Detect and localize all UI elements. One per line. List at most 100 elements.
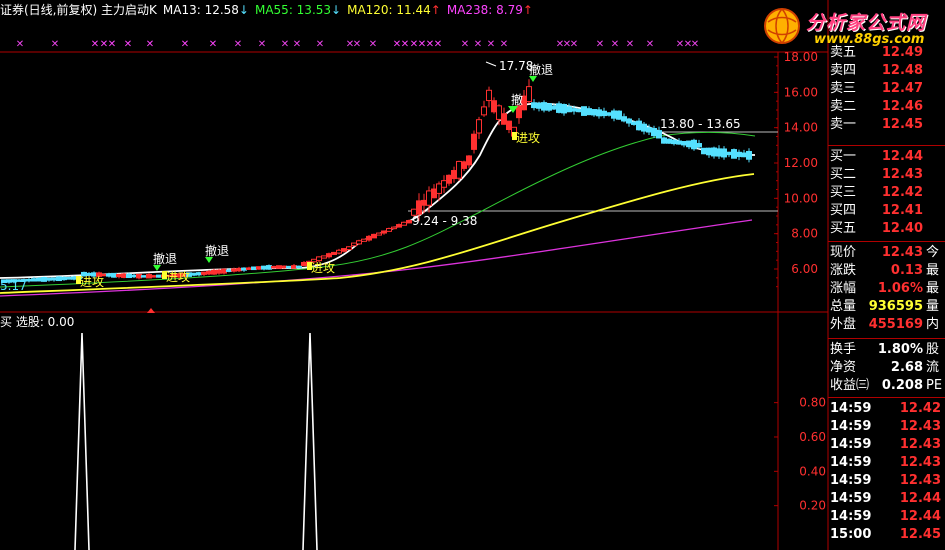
marker-glyph: ✕	[124, 39, 132, 50]
bid-row[interactable]: 买四 12.41	[828, 202, 945, 220]
tick-price: 12.43	[899, 455, 941, 470]
bid-row-label: 买三	[830, 185, 857, 200]
stat-row[interactable]: 总量 936595 量	[828, 298, 945, 316]
candle-body	[676, 140, 682, 145]
candle-body	[601, 110, 607, 117]
marker-glyph: ✕	[316, 39, 324, 50]
candle-body	[391, 226, 397, 230]
ask-row[interactable]: 卖五 12.49	[828, 44, 945, 62]
price-axis: 18.00 16.00 14.00 12.00 10.00 8.00 6.00	[774, 50, 818, 288]
ma55-arrow-icon: ↓	[331, 3, 342, 17]
marker-glyph: ✕	[646, 39, 654, 50]
tick-row[interactable]: 14:59 12.42	[828, 400, 945, 418]
candle-body	[611, 110, 617, 119]
marker-glyph: ✕	[353, 39, 361, 50]
candle-body	[251, 266, 257, 271]
tick-row[interactable]: 14:59 12.43	[828, 436, 945, 454]
tick-row[interactable]: 14:59 12.43	[828, 418, 945, 436]
ask-row[interactable]: 卖三 12.47	[828, 80, 945, 98]
stock-chart[interactable]: ✕ ✕ ✕ ✕ ✕ ✕ ✕ ✕ ✕ ✕ ✕ ✕ ✕ ✕ ✕✕ ✕ ✕ ✕ ✕ ✕ ✕ ✕ ✕ ✕ ✕ ✕ ✕✕✕ ✕ ✕ ✕ ✕ ✕ ✕✕ 18…	[0, 0, 945, 550]
candle-body	[736, 151, 742, 157]
stat2-row[interactable]: 净资 2.68 流	[828, 359, 945, 377]
marker-glyph: ✕	[234, 39, 242, 50]
bid-row[interactable]: 买二 12.43	[828, 166, 945, 184]
candle-body	[281, 265, 287, 269]
tick-time: 14:59	[830, 455, 872, 470]
stat-row[interactable]: 涨幅 1.06% 最	[828, 280, 945, 298]
tick-row[interactable]: 15:00 12.45	[828, 526, 945, 544]
stat2-row-extra: 股	[926, 342, 940, 357]
candle-body	[466, 155, 472, 166]
stat-row-extra: 量	[926, 299, 940, 314]
stat-row[interactable]: 外盘 455169 内	[828, 316, 945, 334]
retreat-label: 撤退	[153, 251, 177, 266]
axis-tick-label: 6.00	[791, 262, 818, 276]
stat2-row[interactable]: 换手 1.80% 股	[828, 341, 945, 359]
bid-row-label: 买五	[830, 221, 857, 236]
ask-row-label: 卖二	[830, 99, 857, 114]
candle-body	[646, 127, 652, 133]
candle-body	[361, 238, 367, 242]
candle-body	[666, 138, 672, 144]
candlestick-series	[1, 79, 752, 284]
ask-row-value: 12.49	[881, 45, 923, 60]
candle-body	[561, 103, 567, 114]
candle-body	[406, 219, 412, 224]
candle-body	[661, 137, 667, 144]
bid-row[interactable]: 买五 12.40	[828, 220, 945, 238]
stat-row[interactable]: 涨跌 0.13 最	[828, 262, 945, 280]
stat2-row-label: 净资	[830, 360, 857, 375]
candle-body	[111, 272, 117, 278]
tick-time: 14:59	[830, 509, 872, 524]
tick-row[interactable]: 14:59 12.44	[828, 490, 945, 508]
candle-body	[496, 105, 502, 120]
stat-row-extra: 最	[926, 263, 940, 278]
tick-row[interactable]: 14:59 12.43	[828, 472, 945, 490]
candle-body	[616, 110, 622, 120]
candle-body	[141, 275, 147, 278]
candle-body	[366, 235, 372, 241]
stats2-divider	[828, 338, 945, 339]
ma238-label: MA238: 8.79	[446, 3, 523, 17]
stat2-row-label: 换手	[830, 342, 857, 357]
bid-row[interactable]: 买一 12.44	[828, 148, 945, 166]
candle-body	[126, 273, 132, 279]
candle-body	[531, 102, 537, 109]
candle-body	[381, 230, 387, 234]
stat2-row[interactable]: 收益㈢ 0.208 PE	[828, 377, 945, 395]
candle-body	[376, 232, 382, 236]
tick-row[interactable]: 14:59 12.43	[828, 454, 945, 472]
candle-body	[291, 265, 297, 269]
quote-panel: 卖五 12.49 卖四 12.48 卖三 12.47 卖二 12.46 卖一 12.45 买一 12.…	[828, 0, 945, 550]
ma238-arrow-icon: ↑	[522, 3, 533, 17]
tick-price: 12.45	[899, 527, 941, 542]
candle-body	[696, 143, 702, 148]
indicator-spikes	[74, 332, 318, 550]
indicator-header: 证券(日线,前复权) 主力启动K MA13: 12.58↓ MA55: 13.53↓…	[0, 2, 539, 18]
marker-glyph: ✕	[293, 39, 301, 50]
attack-label: 进攻	[311, 261, 335, 275]
stat-row-value: 0.13	[890, 263, 923, 278]
ask-row[interactable]: 卖四 12.48	[828, 62, 945, 80]
ma55-line	[0, 131, 756, 288]
candle-body	[356, 240, 362, 245]
marker-glyph: ✕	[401, 39, 409, 50]
marker-glyph: ✕	[691, 39, 699, 50]
candle-body	[566, 106, 572, 113]
candle-body	[221, 268, 227, 274]
candle-body	[396, 224, 402, 228]
stat-row[interactable]: 现价 12.43 今	[828, 244, 945, 262]
ask-row-label: 卖一	[830, 117, 857, 132]
candle-body	[486, 89, 492, 102]
ask-row[interactable]: 卖二 12.46	[828, 98, 945, 116]
bid-row[interactable]: 买三 12.42	[828, 184, 945, 202]
candle-body	[421, 199, 427, 206]
marker-glyph: ✕	[258, 39, 266, 50]
range-lower-label: 9.24 - 9.38	[412, 214, 477, 228]
ask-row[interactable]: 卖一 12.45	[828, 116, 945, 134]
baseline-triangle-marker	[147, 308, 155, 313]
tick-row[interactable]: 14:59 12.44	[828, 508, 945, 526]
signal-marker-row: ✕ ✕ ✕ ✕ ✕ ✕ ✕ ✕ ✕ ✕ ✕ ✕ ✕ ✕ ✕✕ ✕ ✕ ✕ ✕ ✕ ✕ ✕ ✕ ✕ ✕ ✕ ✕✕✕ ✕ ✕ ✕ ✕ ✕ ✕✕	[16, 39, 699, 50]
chart-title: 证券(日线,前复权) 主力启动K	[0, 3, 157, 17]
ask-row-value: 12.45	[881, 117, 923, 132]
